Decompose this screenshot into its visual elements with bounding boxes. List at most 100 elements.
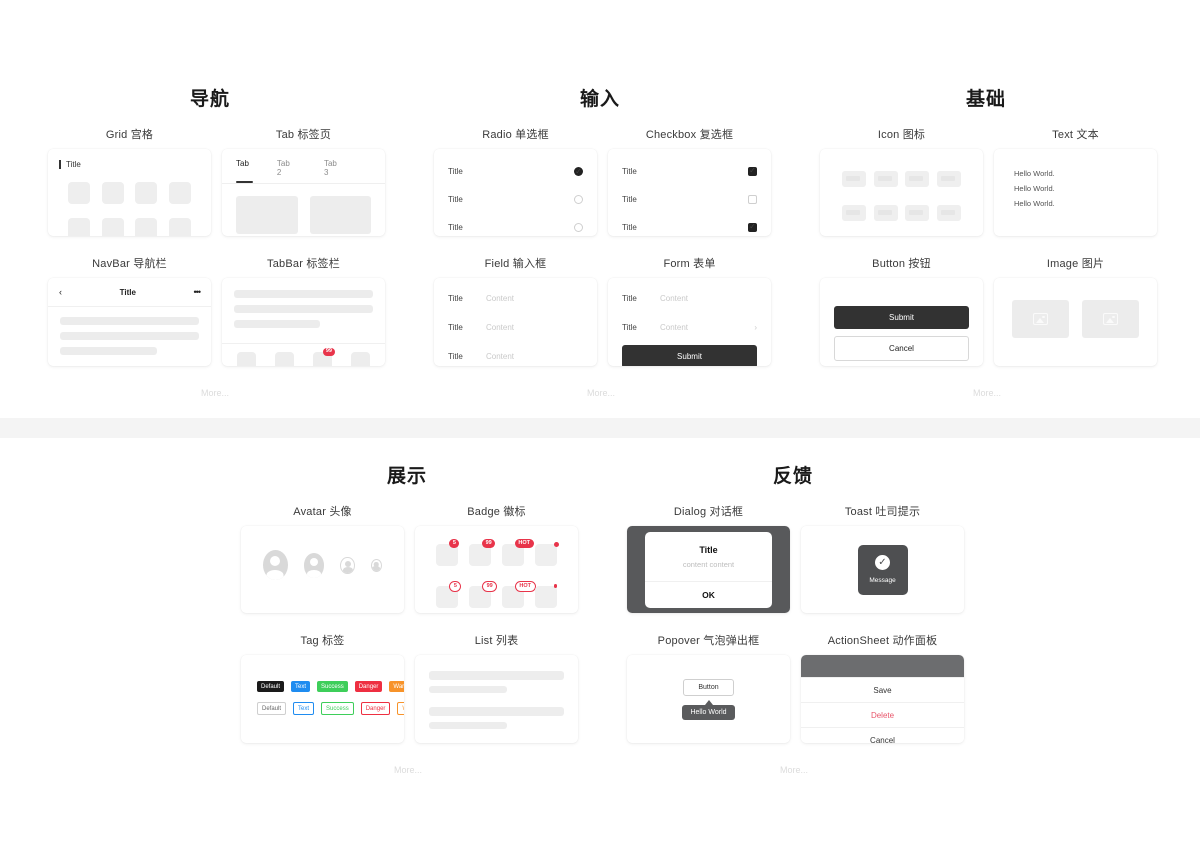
popover-trigger-button[interactable]: Button	[683, 678, 734, 696]
grid-cell[interactable]	[101, 218, 124, 236]
tab-item-2[interactable]: Tab 2	[277, 159, 296, 183]
badge-host[interactable]: 99	[469, 539, 496, 566]
checkbox-card[interactable]: Title ✓ Title Title ✓	[608, 149, 771, 236]
radio-row[interactable]: Title	[448, 213, 583, 236]
badge-host[interactable]: 5	[436, 581, 462, 608]
more-link-navigation[interactable]: More...	[160, 388, 270, 398]
radio-unchecked-icon[interactable]	[574, 194, 583, 204]
tag-text[interactable]: Text	[291, 681, 311, 692]
grid-cell[interactable]	[169, 218, 192, 236]
radio-row[interactable]: Title	[448, 185, 583, 213]
actionsheet-item-save[interactable]: Save	[801, 677, 964, 702]
placeholder-icon[interactable]	[905, 171, 930, 187]
badge-host[interactable]	[534, 584, 558, 608]
badge-host[interactable]: HOT	[501, 581, 536, 608]
checkbox-unchecked-icon[interactable]	[748, 194, 757, 204]
grid-cell[interactable]	[67, 182, 90, 204]
avatar[interactable]	[340, 556, 355, 574]
tab-item-1[interactable]: Tab	[236, 159, 253, 183]
image-card[interactable]	[994, 278, 1157, 366]
grid-cell[interactable]	[135, 182, 158, 204]
radio-row[interactable]: Title ✓	[448, 157, 583, 185]
tag-danger-outline[interactable]: Danger	[360, 702, 391, 715]
field-input[interactable]: Content	[486, 323, 583, 332]
image-placeholder[interactable]	[1082, 300, 1139, 338]
tabbar-item-with-badge[interactable]: 99	[312, 348, 335, 366]
popover-card[interactable]: Button Hello World	[627, 655, 790, 743]
badge-host[interactable]	[534, 542, 559, 566]
grid-card[interactable]: Title	[48, 149, 211, 236]
placeholder-icon[interactable]	[873, 171, 898, 187]
tag-warning[interactable]: Warning	[389, 681, 404, 692]
radio-card[interactable]: Title ✓ Title Title	[434, 149, 597, 236]
checkbox-row[interactable]: Title ✓	[622, 157, 757, 185]
placeholder-icon[interactable]	[841, 171, 866, 187]
chevron-right-icon[interactable]: ›	[754, 323, 757, 332]
tag-card[interactable]: Default Text Success Danger Warning Defa…	[241, 655, 404, 743]
submit-button[interactable]: Submit	[834, 306, 969, 329]
actionsheet-item-cancel[interactable]: Cancel	[801, 727, 964, 743]
avatar[interactable]	[263, 550, 288, 580]
tag-warning-outline[interactable]: Warning	[397, 702, 404, 715]
field-input[interactable]: Content	[486, 294, 583, 303]
placeholder-icon[interactable]	[937, 171, 962, 187]
grid-cell[interactable]	[67, 218, 90, 236]
more-link-input[interactable]: More...	[546, 388, 656, 398]
actionsheet-item-delete[interactable]: Delete	[801, 702, 964, 727]
button-card[interactable]: Submit Cancel	[820, 278, 983, 366]
more-link-basic[interactable]: More...	[932, 388, 1042, 398]
tabbar-item[interactable]	[350, 352, 370, 366]
icon-card[interactable]	[820, 149, 983, 236]
tab-item-3[interactable]: Tab 3	[324, 159, 343, 183]
form-row[interactable]: Title Content ›	[622, 313, 757, 342]
badge-host[interactable]: 99	[469, 581, 498, 608]
tag-danger[interactable]: Danger	[354, 681, 383, 692]
placeholder-icon[interactable]	[841, 205, 866, 221]
list-card[interactable]	[415, 655, 578, 743]
avatar-card[interactable]	[241, 526, 404, 613]
radio-checked-icon[interactable]: ✓	[574, 166, 583, 176]
checkbox-checked-icon[interactable]: ✓	[748, 222, 757, 232]
tag-default-outline[interactable]: Default	[257, 702, 287, 715]
form-card[interactable]: Title Content Title Content › Submit	[608, 278, 771, 366]
grid-cell[interactable]	[101, 182, 124, 204]
navbar-card[interactable]: ‹ Title •••	[48, 278, 211, 366]
actionsheet-card[interactable]: Save Delete Cancel	[801, 655, 964, 743]
list-item[interactable]	[429, 671, 564, 693]
tag-success-outline[interactable]: Success	[321, 702, 354, 715]
radio-unchecked-icon[interactable]	[574, 222, 583, 232]
more-link-display[interactable]: More...	[353, 765, 463, 775]
chevron-left-icon[interactable]: ‹	[59, 287, 62, 297]
form-row[interactable]: Title Content	[622, 284, 757, 313]
badge-host[interactable]: 5	[436, 539, 460, 566]
avatar[interactable]	[370, 558, 382, 572]
placeholder-icon[interactable]	[937, 205, 962, 221]
badge-card[interactable]: 5 99 HOT 5 99 HOT	[415, 526, 578, 613]
form-input[interactable]: Content	[660, 323, 754, 332]
toast-card[interactable]: ✓ Message	[801, 526, 964, 613]
more-link-feedback[interactable]: More...	[739, 765, 849, 775]
form-input[interactable]: Content	[660, 294, 757, 303]
image-placeholder[interactable]	[1012, 300, 1069, 338]
tabbar-card[interactable]: 99	[222, 278, 385, 366]
tabbar-item[interactable]	[237, 352, 257, 366]
placeholder-icon[interactable]	[873, 205, 898, 221]
dialog-ok-button[interactable]: OK	[644, 580, 773, 608]
field-card[interactable]: Title Content Title Content Title Conten…	[434, 278, 597, 366]
checkbox-row[interactable]: Title	[622, 185, 757, 213]
placeholder-icon[interactable]	[905, 205, 930, 221]
ellipsis-icon[interactable]: •••	[194, 287, 202, 297]
avatar[interactable]	[303, 552, 325, 578]
tag-success[interactable]: Success	[317, 681, 348, 692]
tab-card[interactable]: Tab Tab 2 Tab 3	[222, 149, 385, 236]
grid-cell[interactable]	[135, 218, 158, 236]
list-item[interactable]	[429, 707, 564, 729]
field-row[interactable]: Title Content	[448, 313, 583, 342]
checkbox-row[interactable]: Title ✓	[622, 213, 757, 236]
dialog-card[interactable]: Title content content OK	[627, 526, 790, 613]
badge-host[interactable]: HOT	[501, 539, 534, 566]
tag-text-outline[interactable]: Text	[293, 702, 315, 715]
cancel-button[interactable]: Cancel	[834, 336, 969, 361]
text-card[interactable]: Hello World. Hello World. Hello World.	[994, 149, 1157, 236]
tag-default[interactable]: Default	[257, 681, 285, 692]
